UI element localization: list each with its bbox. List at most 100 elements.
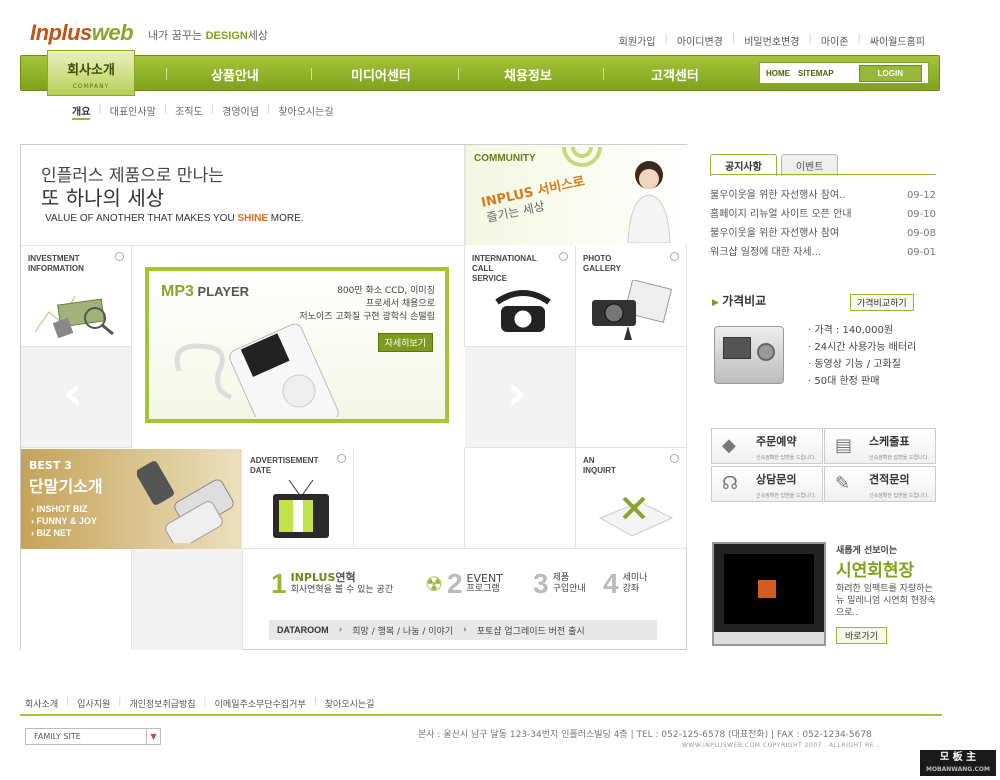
best3-item[interactable]: BIZ NET	[31, 527, 97, 539]
consult-button[interactable]: ☊ 상담문의 신속정확한 답변을 드립니다.	[711, 466, 823, 502]
dataroom-topics[interactable]: 희망 / 행복 / 나눔 / 이야기	[352, 624, 453, 637]
mp3-player-image	[174, 323, 339, 417]
subnav-ceo-message[interactable]: 대표인사말	[110, 103, 156, 120]
footer-link-company[interactable]: 회사소개	[25, 697, 58, 710]
nav-tab-products[interactable]: 상품안내	[211, 65, 259, 84]
top-link-password-change[interactable]: 비밀번호변경	[744, 33, 799, 48]
chevron-down-icon: ▼	[146, 729, 160, 744]
circle-icon	[670, 252, 679, 261]
list-item[interactable]: 불우이웃을 위한 자선행사 참여.. 09-12	[710, 186, 936, 205]
quick-event[interactable]: ☢ 2 EVENT 프로그램	[425, 568, 503, 600]
tagline: 내가 꿈꾸는 DESIGN세상	[148, 29, 269, 42]
estimate-button[interactable]: ✎ 견적문의 신속정확한 답변을 드립니다.	[824, 466, 936, 502]
best3-item[interactable]: FUNNY & JOY	[31, 515, 97, 527]
promo-go-button[interactable]: 바로가기	[836, 627, 888, 644]
list-item[interactable]: 홈페이지 리뉴얼 사이트 오픈 안내 09-10	[710, 205, 936, 224]
notice-tabs: 공지사항 이벤트	[710, 154, 839, 176]
inquiry-cell[interactable]: AN INQUIRT	[576, 448, 687, 549]
camera-photos-icon	[592, 280, 673, 340]
play-icon[interactable]	[758, 580, 776, 598]
top-link-myzone[interactable]: 마이존	[821, 33, 849, 48]
best3-item[interactable]: INSHOT BIZ	[31, 503, 97, 515]
video-controls[interactable]	[714, 632, 824, 644]
quick-history[interactable]: 1 INPLUS연혁 회사연혁을 볼 수 있는 공간	[271, 568, 393, 600]
promo-title: 시연회현장	[836, 561, 915, 581]
footer-link-location[interactable]: 찾아오시는길	[325, 697, 375, 710]
subnav-philosophy[interactable]: 경영이념	[222, 103, 259, 120]
tab-notice[interactable]: 공지사항	[710, 154, 777, 176]
top-link-cyworld[interactable]: 싸이월드홈피	[870, 33, 925, 48]
top-link-id-change[interactable]: 아이디변경	[677, 33, 723, 48]
woman-photo	[627, 161, 671, 243]
divider	[20, 714, 942, 716]
family-site-select[interactable]: FAMILY SITE ▼	[25, 728, 161, 745]
circle-icon	[337, 454, 346, 463]
best3-list: INSHOT BIZ FUNNY & JOY BIZ NET	[31, 503, 97, 539]
money-magnifier-icon	[35, 295, 114, 338]
footer-links: 회사소개 | 입사지원 | 개인정보취급방침 | 이메일주소무단수집거부 | 찾아오시는…	[25, 697, 375, 710]
quick-seminar[interactable]: 4 세미나 강좌	[603, 568, 647, 600]
nav-tab-recruit[interactable]: 채용정보	[504, 65, 552, 84]
dataroom-bar: DATAROOM › 희망 / 행복 / 나눔 / 이야기 › 포토샵 업그레이…	[269, 620, 657, 640]
main-grid: 인플러스 제품으로 만나는 또 하나의 세상 VALUE OF ANOTHER …	[20, 144, 687, 650]
divider	[710, 174, 936, 175]
subnav-location[interactable]: 찾아오시는길	[278, 103, 333, 120]
sub-nav: 개요 | 대표인사말 | 조직도 | 경영이념 | 찾아오시는길	[72, 103, 334, 120]
dataroom-news[interactable]: 포토샵 업그레이드 버전 출시	[477, 624, 585, 637]
company-address: 본사 : 울산시 남구 달동 123-34번지 인플러스빌딩 4층 | TEL …	[418, 730, 872, 740]
phones-image	[137, 461, 234, 543]
community-banner[interactable]: COMMUNITY INPLUS 서비스로 즐기는 세상	[465, 145, 687, 245]
order-reservation-button[interactable]: ◆ 주문예약 신속정확한 답변을 드립니다.	[711, 428, 823, 464]
photo-gallery-cell[interactable]: PHOTO GALLERY	[576, 246, 687, 347]
logo[interactable]: Inplusweb	[30, 20, 134, 46]
gift-papers-icon	[598, 496, 674, 537]
nav-tab-company[interactable]: 회사소개 COMPANY	[47, 50, 135, 96]
digital-camera-image	[714, 326, 784, 384]
price-compare-button[interactable]: 가격비교하기	[850, 294, 914, 311]
best3-devices-banner[interactable]: BEST 3 단말기소개 INSHOT BIZ FUNNY & JOY BIZ …	[21, 449, 242, 549]
next-arrow-icon[interactable]: ›	[507, 365, 527, 421]
television-icon	[273, 479, 329, 538]
top-links: 회원가입 | 아이디변경 | 비밀번호변경 | 마이존 | 싸이월드홈피	[618, 33, 925, 48]
advertisement-cell[interactable]: ADVERTISEMENT DATE	[243, 448, 354, 549]
dataroom-label: DATAROOM	[277, 625, 329, 635]
international-call-cell[interactable]: INTERNATIONAL CALL SERVICE	[465, 246, 576, 347]
schedule-button[interactable]: ▤ 스케줄표 신속정확한 답변을 드립니다.	[824, 428, 936, 464]
subnav-organization[interactable]: 조직도	[175, 103, 203, 120]
subnav-overview[interactable]: 개요	[72, 103, 91, 120]
footer-link-apply[interactable]: 입사지원	[77, 697, 110, 710]
nav-utility-box: HOME SITEMAP LOGIN	[759, 62, 929, 84]
radiation-icon: ☢	[425, 572, 443, 596]
price-details: 가격 : 140,000원 24시간 사용가능 배터리 동영상 기능 / 고화질…	[808, 322, 916, 390]
login-button[interactable]: LOGIN	[858, 64, 922, 82]
hero-line-1: 인플러스 제품으로 만나는	[41, 166, 224, 186]
hero-english: VALUE OF ANOTHER THAT MAKES YOU SHINE MO…	[45, 213, 304, 224]
video-player[interactable]	[712, 542, 826, 646]
quick-menu: 1 INPLUS연혁 회사연혁을 볼 수 있는 공간 ☢ 2 EVENT 프로그램 …	[243, 550, 687, 650]
quick-purchase[interactable]: 3 제품 구입안내	[533, 568, 586, 600]
home-link[interactable]: HOME	[766, 69, 790, 78]
sitemap-link[interactable]: SITEMAP	[798, 69, 834, 78]
pencil-icon: ✎	[835, 473, 851, 494]
footer-link-privacy[interactable]: 개인정보취급방침	[129, 697, 195, 710]
notice-list: 불우이웃을 위한 자선행사 참여.. 09-12 홈페이지 리뉴얼 사이트 오픈 …	[710, 186, 936, 262]
prev-arrow-icon[interactable]: ‹	[63, 365, 83, 421]
list-item[interactable]: 워크샵 일정에 대한 자세... 09-01	[710, 243, 936, 262]
watermark-badge: 모 板 主 MOBANWANG.COM	[920, 750, 996, 776]
list-item[interactable]: 불우이웃을 위한 자선행사 참여 09-08	[710, 224, 936, 243]
mp3-details-button[interactable]: 자세히보기	[377, 333, 433, 352]
circle-icon	[559, 252, 568, 261]
investment-info-cell[interactable]: INVESTMENT INFORMATION	[21, 246, 132, 347]
price-compare-title: 가격비교	[712, 292, 766, 309]
mp3-title: MP3 PLAYER	[161, 283, 250, 300]
tab-event[interactable]: 이벤트	[780, 154, 839, 176]
promo-description: 화려한 임팩트를 자랑하는 뉴 밀레니엄 시연회 현장속으로..	[836, 584, 936, 618]
community-title: COMMUNITY	[474, 153, 536, 164]
mp3-player-feature[interactable]: MP3 PLAYER 800만 화소 CCD, 이미징 프로세서 채용으로 저노이즈…	[145, 267, 449, 423]
hero-banner: 인플러스 제품으로 만나는 또 하나의 세상 VALUE OF ANOTHER …	[21, 145, 465, 246]
footer-link-email-policy[interactable]: 이메일주소무단수집거부	[215, 697, 306, 710]
top-link-join[interactable]: 회원가입	[619, 33, 656, 48]
nav-tab-media-center[interactable]: 미디어센터	[351, 65, 411, 84]
box-icon: ◆	[722, 435, 736, 456]
nav-tab-customer-center[interactable]: 고객센터	[651, 65, 699, 84]
